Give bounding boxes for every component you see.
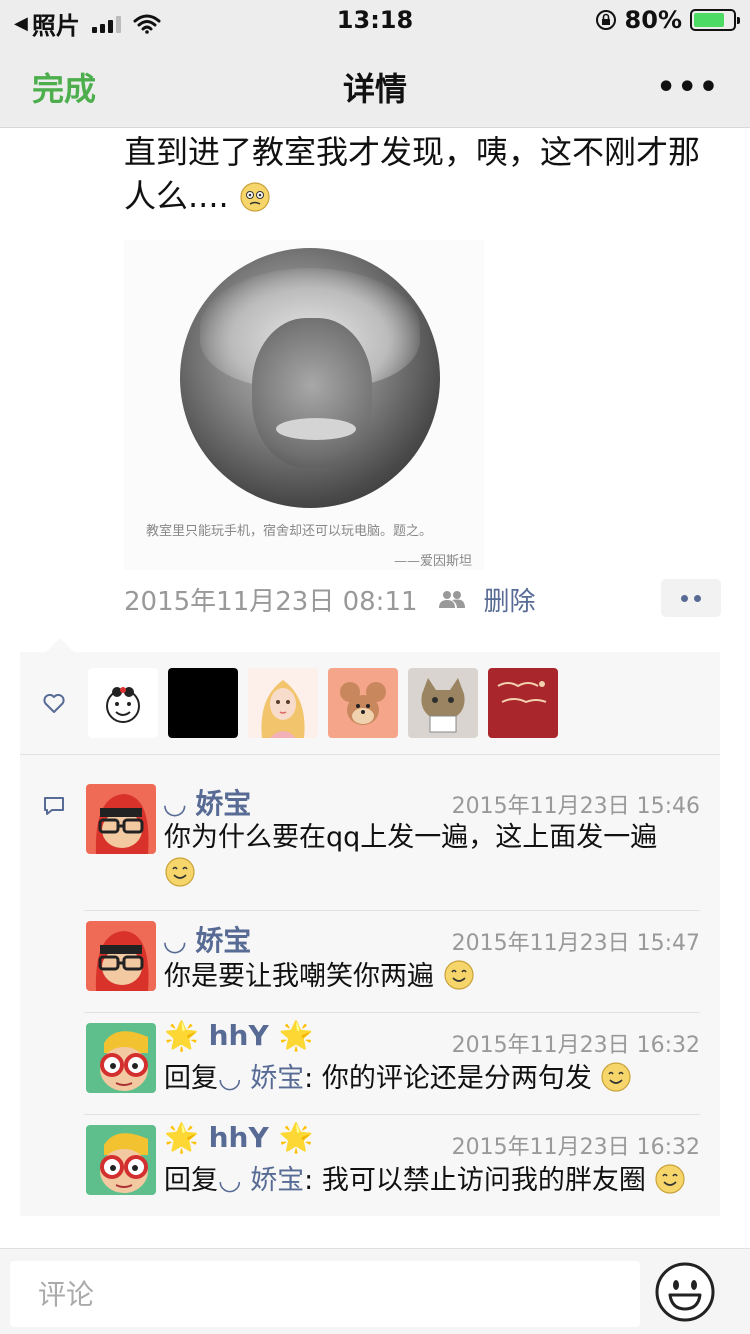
smiley-icon[interactable] (654, 1261, 716, 1323)
comment-item[interactable]: 🌟 hhY 🌟 2015年11月23日 16:32 回复◡ 娇宝: 你的评论还是… (84, 1012, 700, 1114)
interaction-panel: ◡ 娇宝 2015年11月23日 15:46 你为什么要在qq上发一遍，这上面发… (20, 638, 720, 1216)
battery-percent: 80% (624, 6, 682, 34)
smile-emoji-icon (654, 1163, 686, 1195)
post-image[interactable]: 教室里只能玩手机，宿舍却还可以玩电脑。题之。 ——爱因斯坦 (124, 240, 484, 570)
comment-text: 你是要让我嘲笑你两遍 (164, 959, 704, 995)
comment-author[interactable]: 🌟 hhY 🌟 (164, 1121, 313, 1154)
like-avatars (88, 668, 558, 738)
status-bar: ◀ 照片 13:18 80% (0, 0, 750, 40)
done-button[interactable]: 完成 (32, 64, 96, 110)
reply-prefix: 回复 (164, 1165, 218, 1196)
comment-item[interactable]: 🌟 hhY 🌟 2015年11月23日 16:32 回复◡ 娇宝: 我可以禁止访… (84, 1114, 700, 1216)
avatar-cartoon-face[interactable] (88, 668, 158, 738)
comment-author[interactable]: 🌟 hhY 🌟 (164, 1019, 313, 1052)
more-button[interactable]: ••• (656, 70, 720, 105)
post-time: 2015年11月23日 08:11 (124, 586, 418, 617)
comment-text: 回复◡ 娇宝: 你的评论还是分两句发 (164, 1061, 704, 1097)
post-text-content: 直到进了教室我才发现，咦，这不刚才那人么.... (124, 133, 701, 215)
battery-charging-icon (690, 9, 740, 31)
smile-emoji-icon (600, 1061, 632, 1093)
image-author: ——爱因斯坦 (394, 554, 473, 569)
heart-outline-icon (43, 693, 65, 713)
avatar-jerry-mouse[interactable] (328, 668, 398, 738)
avatar-red-hood[interactable] (86, 921, 156, 991)
post-meta: 2015年11月23日 08:11 删除 (124, 581, 536, 618)
avatar-anime-girl[interactable] (248, 668, 318, 738)
delete-button[interactable]: 删除 (484, 581, 536, 618)
avatar-glasses-boy[interactable] (86, 1023, 156, 1093)
avatar-cat[interactable] (408, 668, 478, 738)
comment-content: 你为什么要在qq上发一遍，这上面发一遍 (164, 822, 658, 853)
comment-time: 2015年11月23日 16:32 (451, 1135, 700, 1160)
battery-level (694, 13, 725, 27)
image-caption: 教室里只能玩手机，宿舍却还可以玩电脑。题之。 (146, 524, 433, 539)
likes-row (20, 652, 720, 755)
comment-author[interactable]: ◡ 娇宝 (164, 782, 251, 822)
comment-time: 2015年11月23日 16:32 (451, 1033, 700, 1058)
comment-author[interactable]: ◡ 娇宝 (164, 919, 251, 959)
comment-content: 你是要让我嘲笑你两遍 (164, 961, 434, 992)
comment-input-bar (0, 1248, 750, 1334)
reply-to-name[interactable]: ◡ 娇宝 (218, 1063, 304, 1094)
avatar-black[interactable] (168, 668, 238, 738)
reply-to-name[interactable]: ◡ 娇宝 (218, 1165, 304, 1196)
avatar-red-card[interactable] (488, 668, 558, 738)
comment-time: 2015年11月23日 15:46 (451, 794, 700, 819)
page-title: 详情 (342, 70, 407, 108)
awkward-emoji-icon (239, 180, 271, 212)
nav-bar: 完成 详情 ••• (0, 40, 750, 128)
comment-content: : 我可以禁止访问我的胖友圈 (304, 1165, 646, 1196)
action-menu-button[interactable] (661, 579, 721, 617)
comment-item[interactable]: ◡ 娇宝 2015年11月23日 15:46 你为什么要在qq上发一遍，这上面发… (84, 784, 700, 894)
smile-emoji-icon (443, 959, 475, 991)
status-right: 80% (595, 6, 740, 34)
einstein-portrait (180, 248, 440, 508)
comment-text: 你为什么要在qq上发一遍，这上面发一遍 (164, 820, 704, 892)
comment-content: : 你的评论还是分两句发 (304, 1063, 592, 1094)
post-text: 直到进了教室我才发现，咦，这不刚才那人么.... (124, 130, 724, 218)
reply-prefix: 回复 (164, 1063, 218, 1094)
comment-text: 回复◡ 娇宝: 我可以禁止访问我的胖友圈 (164, 1163, 704, 1199)
rotation-lock-icon (595, 10, 616, 30)
comment-time: 2015年11月23日 15:47 (451, 931, 700, 956)
comment-item[interactable]: ◡ 娇宝 2015年11月23日 15:47 你是要让我嘲笑你两遍 (84, 910, 700, 1012)
smile-emoji-icon (164, 856, 196, 888)
comment-bubble-icon (44, 797, 64, 815)
avatar-red-hood[interactable] (86, 784, 156, 854)
avatar-glasses-boy[interactable] (86, 1125, 156, 1195)
comment-input[interactable] (10, 1261, 640, 1327)
visibility-people-icon[interactable] (438, 589, 466, 609)
